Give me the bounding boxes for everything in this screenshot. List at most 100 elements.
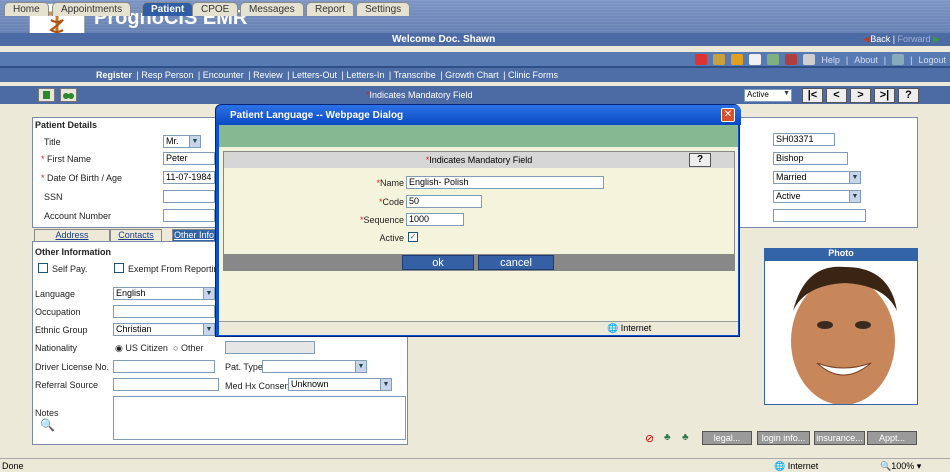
subnav-letters-out[interactable]: Letters-Out — [292, 70, 337, 80]
sub-navigation: Register | Resp Person | Encounter | Rev… — [0, 68, 950, 82]
account-number-label: Account Number — [44, 211, 112, 221]
help-link[interactable]: Help — [821, 55, 840, 65]
tab-address[interactable]: Address — [34, 229, 110, 241]
exit-icon[interactable] — [892, 54, 905, 65]
forward-link[interactable]: Forward — [898, 34, 931, 44]
other-info-heading: Other Information — [35, 247, 111, 257]
exempt-reporting-label: Exempt From Reporting — [128, 264, 224, 274]
dialog-internet-zone: 🌐 Internet — [607, 323, 652, 333]
language-code-input[interactable]: 50 — [406, 195, 482, 208]
med-hx-consent-select[interactable]: Unknown ▼ — [288, 378, 392, 391]
no-entry-icon[interactable]: ⊘ — [645, 432, 654, 445]
subnav-encounter[interactable]: Encounter — [203, 70, 244, 80]
patient-id-input[interactable]: SH03371 — [773, 133, 835, 146]
last-name-input[interactable]: Bishop — [773, 152, 848, 165]
subnav-letters-in[interactable]: Letters-In — [346, 70, 384, 80]
language-name-input[interactable]: English- Polish — [406, 176, 604, 189]
folder-icon[interactable] — [731, 54, 744, 65]
insurance-button[interactable]: insurance... — [814, 431, 865, 445]
referral-source-input[interactable] — [113, 378, 219, 391]
title-select[interactable]: Mr. ▼ — [163, 135, 201, 148]
first-name-label: * First Name — [41, 154, 92, 164]
tab-messages[interactable]: Messages — [240, 2, 304, 16]
search-binoculars-icon[interactable] — [60, 88, 77, 102]
login-info-button[interactable]: login info... — [757, 431, 810, 445]
printer-icon[interactable] — [713, 54, 726, 65]
welcome-text: Welcome Doc. Shawn — [392, 34, 496, 45]
driver-license-label: Driver License No. — [35, 362, 110, 372]
mandatory-note: *Indicates Mandatory Field — [366, 90, 473, 100]
document-icon[interactable] — [749, 54, 762, 65]
tab-contacts[interactable]: Contacts — [110, 229, 162, 241]
notes-search-icon[interactable]: 🔍 — [40, 418, 55, 432]
subnav-clinic-forms[interactable]: Clinic Forms — [508, 70, 558, 80]
occupation-input[interactable] — [113, 305, 215, 318]
magnifier-icon[interactable] — [803, 54, 816, 65]
ok-button[interactable]: ok — [402, 255, 474, 270]
appt-button[interactable]: Appt... — [867, 431, 917, 445]
cancel-button[interactable]: cancel — [478, 255, 554, 270]
tab-other-info[interactable]: Other Info — [172, 229, 216, 241]
alert-icon[interactable] — [695, 54, 708, 65]
pat-type-select[interactable]: ▼ — [262, 360, 367, 373]
next-record-button[interactable]: > — [850, 88, 871, 103]
new-record-button[interactable] — [38, 88, 55, 102]
occupation-label: Occupation — [35, 307, 81, 317]
sequence-input[interactable]: 1000 — [406, 213, 464, 226]
chart-icon[interactable] — [767, 54, 780, 65]
account-number-input[interactable] — [163, 209, 215, 222]
dialog-body: *Indicates Mandatory Field ? *Name Engli… — [219, 125, 738, 335]
logout-link[interactable]: Logout — [918, 55, 946, 65]
patient-status-select[interactable]: Active ▼ — [773, 190, 861, 203]
previous-record-button[interactable]: < — [826, 88, 847, 103]
driver-license-input[interactable] — [113, 360, 215, 373]
tab-report[interactable]: Report — [306, 2, 355, 16]
tab-settings[interactable]: Settings — [356, 2, 411, 16]
dob-input[interactable]: 11-07-1984 — [163, 171, 215, 184]
record-status-select[interactable]: Active ▼ — [744, 89, 792, 102]
tab-home[interactable]: Home — [4, 2, 49, 16]
patient-language-dialog: Patient Language -- Webpage Dialog ✕ *In… — [215, 104, 741, 337]
other-nationality-input[interactable] — [225, 341, 315, 354]
tab-patient[interactable]: Patient — [142, 2, 194, 16]
subnav-register[interactable]: Register — [96, 70, 132, 80]
extra-field-input[interactable] — [773, 209, 866, 222]
people-icon[interactable]: ♣ — [664, 432, 671, 443]
language-select[interactable]: English ▼ — [113, 287, 215, 300]
subnav-transcribe[interactable]: Transcribe — [394, 70, 436, 80]
first-record-button[interactable]: |< — [802, 88, 823, 103]
notes-textarea[interactable] — [113, 396, 406, 440]
browser-statusbar: Done 🌐 Internet 🔍100% ▾ — [0, 458, 950, 472]
dialog-help-button[interactable]: ? — [689, 153, 711, 167]
us-citizen-radio[interactable]: ◉ US Citizen — [115, 343, 168, 354]
back-forward-links[interactable]: ◀Back | Forward ▶ — [863, 34, 940, 45]
ethnic-group-select[interactable]: Christian ▼ — [113, 323, 215, 336]
title-label: Title — [44, 137, 61, 147]
mail-icon[interactable] — [785, 54, 798, 65]
subnav-growth-chart[interactable]: Growth Chart — [445, 70, 499, 80]
zoom-level[interactable]: 🔍100% ▾ — [880, 461, 921, 472]
user-add-icon[interactable]: ♣ — [682, 432, 689, 443]
self-pay-checkbox[interactable] — [38, 263, 48, 273]
first-name-input[interactable]: Peter — [163, 152, 215, 165]
dialog-close-button[interactable]: ✕ — [721, 108, 735, 122]
pat-type-label: Pat. Type — [225, 362, 263, 372]
med-hx-consent-label: Med Hx Consent — [225, 381, 293, 391]
back-link[interactable]: Back — [870, 34, 890, 44]
subnav-review[interactable]: Review — [253, 70, 283, 80]
ethnic-group-label: Ethnic Group — [35, 325, 88, 335]
ssn-input[interactable] — [163, 190, 215, 203]
subnav-resp-person[interactable]: Resp Person — [141, 70, 193, 80]
tab-appointments[interactable]: Appointments — [52, 2, 132, 16]
about-link[interactable]: About — [854, 55, 878, 65]
legal-button[interactable]: legal... — [702, 431, 752, 445]
tab-cpoe[interactable]: CPOE — [192, 2, 239, 16]
language-label: Language — [35, 289, 76, 299]
active-checkbox[interactable]: ✓ — [408, 232, 418, 242]
exempt-reporting-checkbox[interactable] — [114, 263, 124, 273]
nationality-label: Nationality — [35, 343, 78, 353]
other-nationality-radio[interactable]: ○ Other — [173, 343, 203, 353]
marital-status-select[interactable]: Married ▼ — [773, 171, 861, 184]
help-button[interactable]: ? — [898, 88, 919, 103]
last-record-button[interactable]: >| — [874, 88, 895, 103]
